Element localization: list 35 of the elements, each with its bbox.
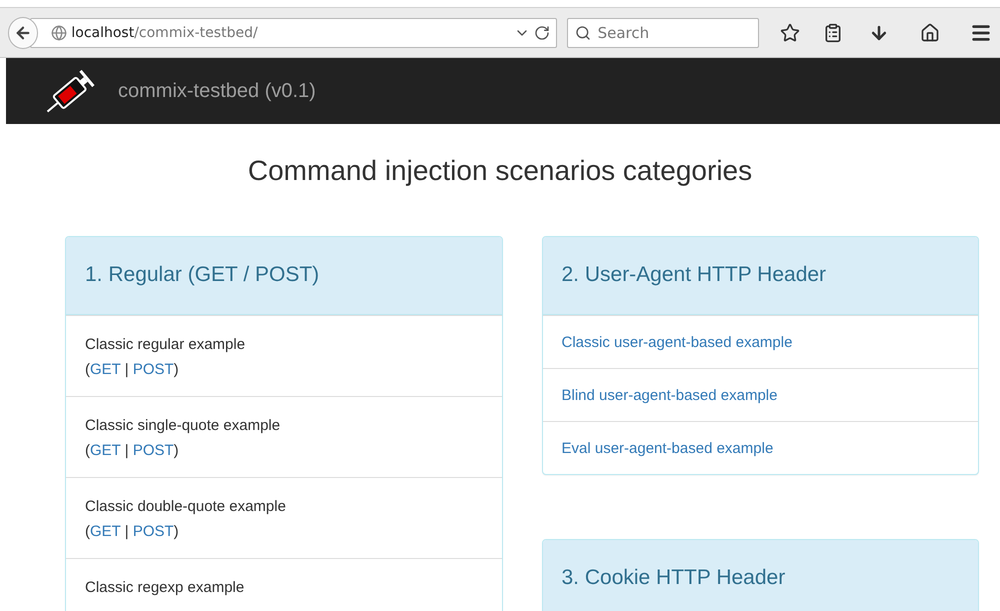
method-link[interactable]: GET [90, 522, 121, 540]
open-paren: ( [85, 522, 90, 540]
open-paren: ( [85, 360, 90, 378]
page-heading: Command injection scenarios categories [246, 154, 754, 188]
globe-icon [51, 24, 68, 40]
separator: | [124, 522, 130, 540]
example-label: Classic double-quote example [85, 498, 286, 515]
brand-link[interactable]: commix-testbed (v0.1) [118, 80, 316, 102]
address-bar[interactable]: localhost/commix-testbed/ [30, 18, 557, 48]
url-path: /commix-testbed/ [134, 24, 258, 40]
example-label: Classic regexp example [85, 578, 244, 596]
example-link[interactable]: Classic user-agent-based example [562, 334, 792, 351]
back-button[interactable] [8, 16, 38, 48]
close-paren: ) [174, 360, 179, 378]
example-link[interactable]: Eval user-agent-based example [562, 440, 774, 457]
panel-title: 3. Cookie HTTP Header [542, 540, 978, 611]
method-link[interactable]: POST [132, 522, 174, 540]
close-paren: ) [174, 522, 179, 540]
reload-icon[interactable] [534, 24, 550, 40]
panel-title: 1. Regular (GET / POST) [66, 236, 502, 315]
separator: | [124, 442, 130, 459]
method-link[interactable]: GET [90, 442, 121, 459]
url-host: localhost [71, 24, 134, 40]
separator: | [124, 360, 130, 378]
example-link[interactable]: Blind user-agent-based example [562, 386, 778, 404]
open-paren: ( [85, 442, 90, 459]
method-link[interactable]: POST [132, 442, 174, 459]
search-field[interactable]: Search [566, 18, 759, 48]
search-icon [574, 24, 591, 40]
example-label: Classic single-quote example [85, 416, 280, 434]
method-link[interactable]: GET [90, 360, 121, 378]
panel-title: 2. User-Agent HTTP Header [542, 236, 978, 315]
method-link[interactable]: POST [132, 360, 174, 378]
close-paren: ) [174, 442, 179, 459]
example-label: Classic regular example [85, 336, 246, 353]
